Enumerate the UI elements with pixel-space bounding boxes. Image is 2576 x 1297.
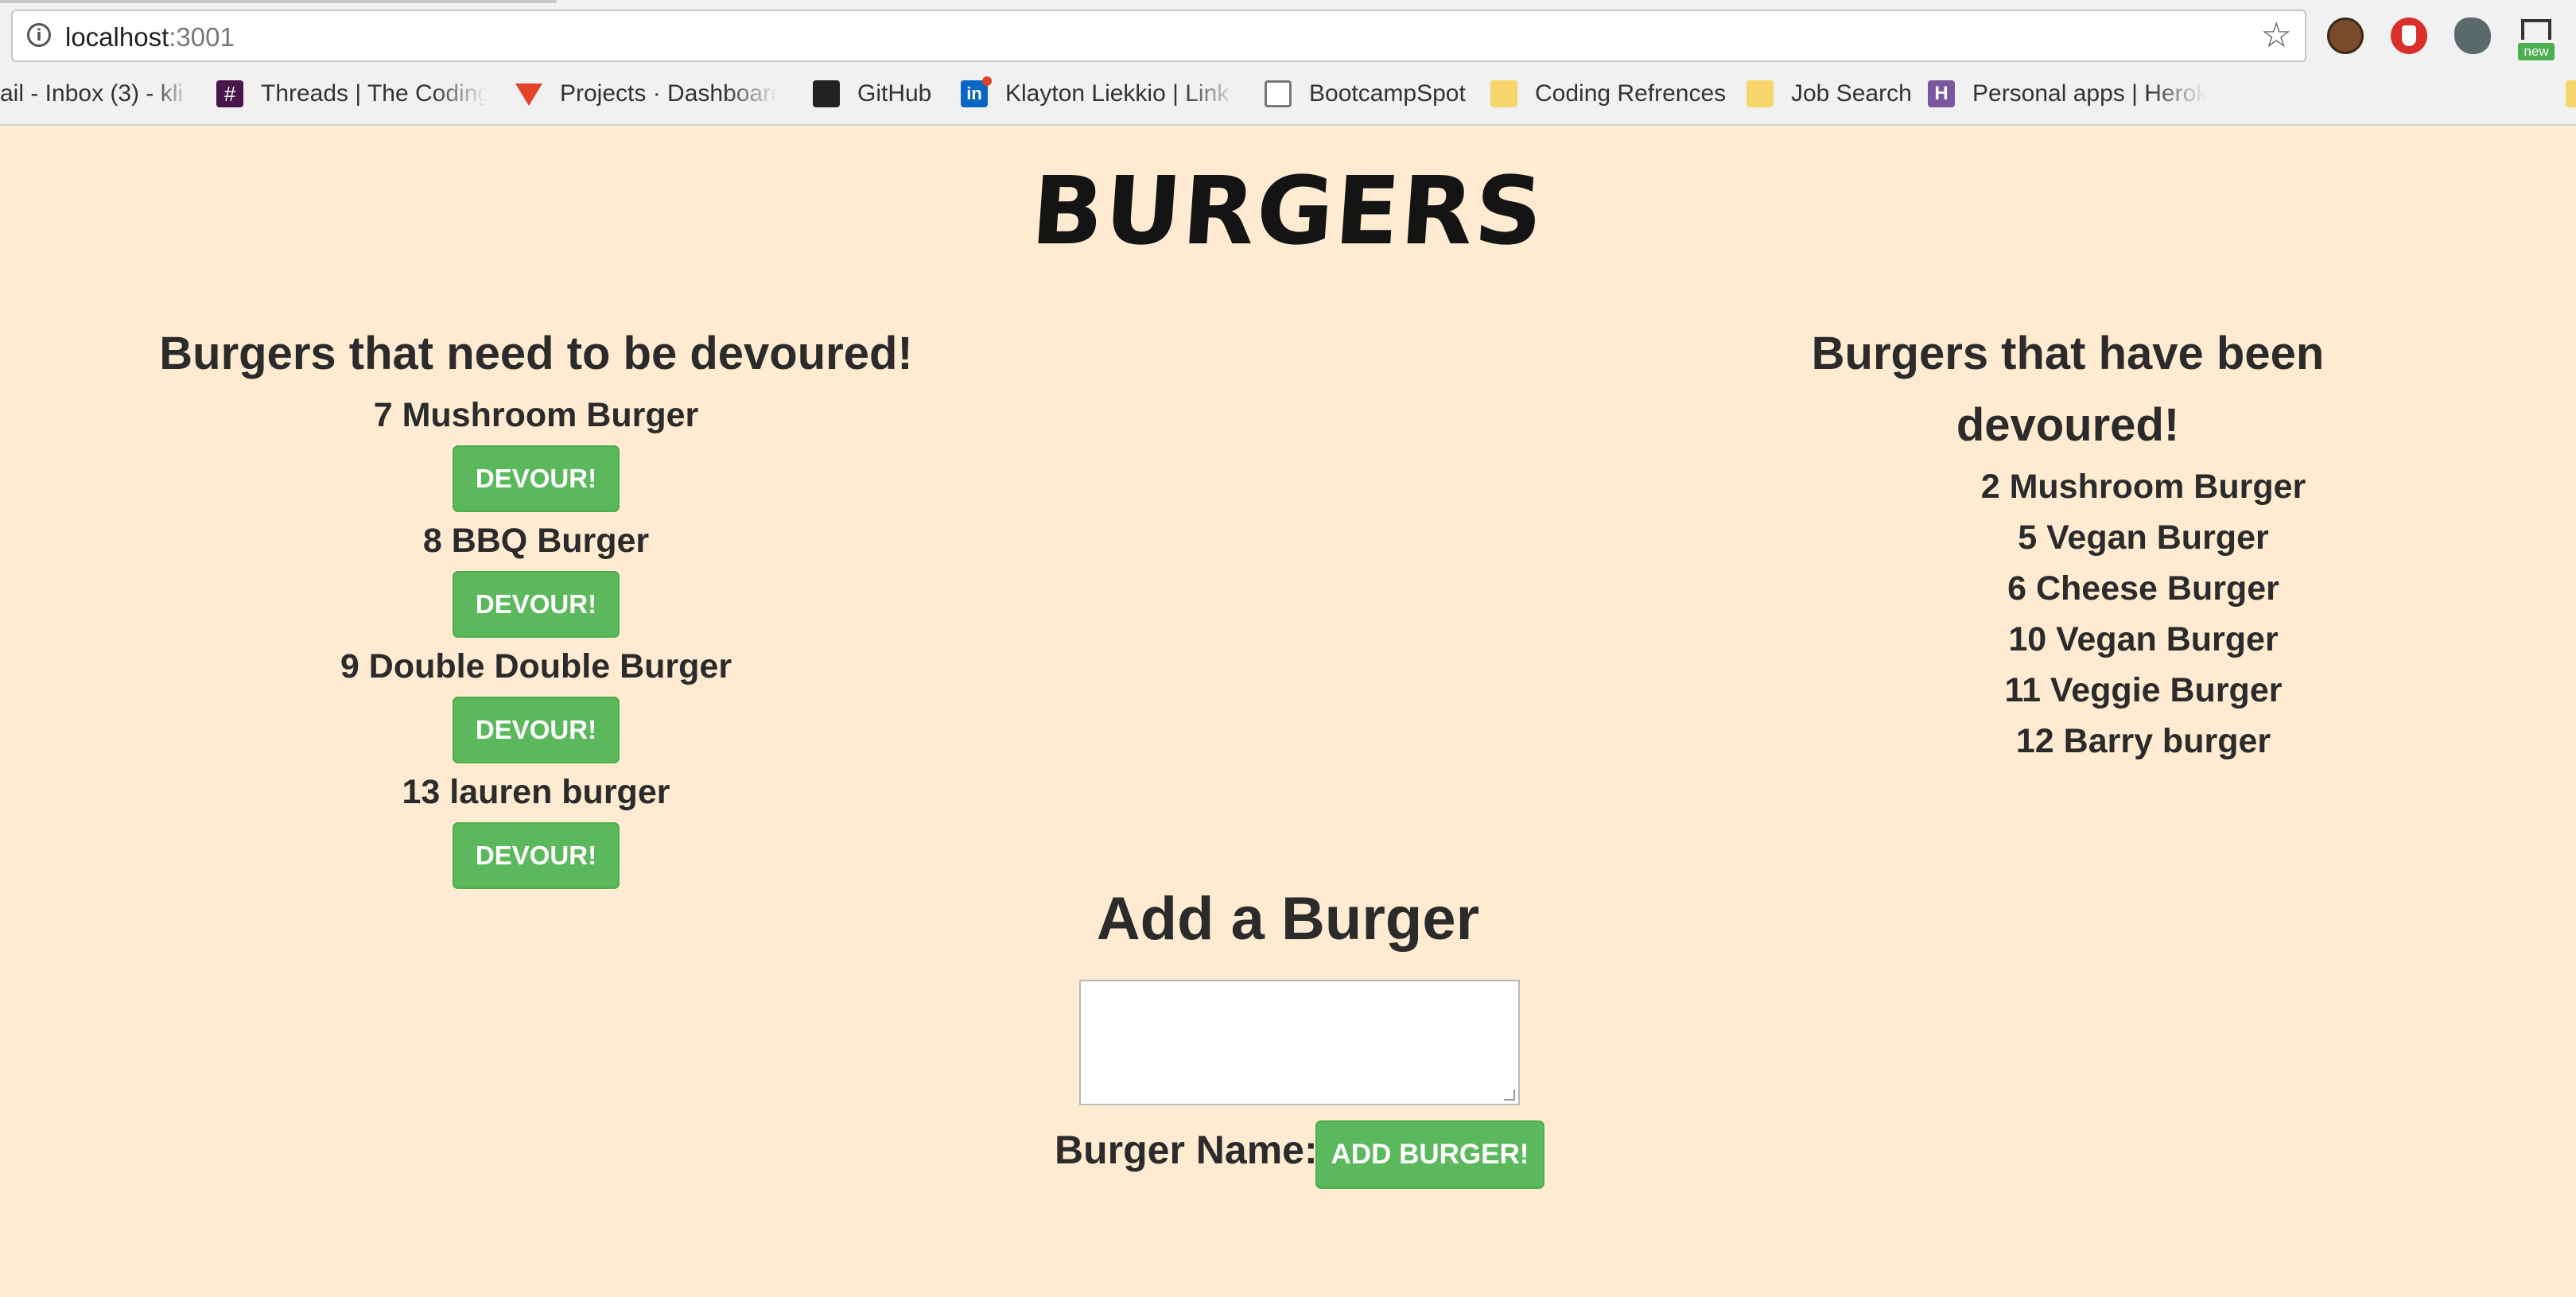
list-item: 8 BBQ Burger DEVOUR! — [159, 515, 913, 641]
burger-name: 13 lauren burger — [402, 773, 670, 811]
burger-name-label: Burger Name: — [1055, 1128, 1318, 1172]
list-item: 13 lauren burger DEVOUR! — [159, 767, 913, 892]
burger-name: 8 BBQ Burger — [422, 522, 650, 560]
devour-button[interactable]: DEVOUR! — [453, 571, 620, 638]
list-item: 6 Cheese Burger — [2007, 569, 2279, 608]
devour-button[interactable]: DEVOUR! — [453, 822, 620, 889]
url-text[interactable]: localhost:3001 — [65, 22, 235, 52]
bookmark-label: Personal apps | Herok — [1972, 80, 2206, 107]
bookmarks-bar: ail - Inbox (3) - kli # Threads | The Co… — [0, 70, 2576, 118]
bookmark-bootcampspot[interactable]: BootcampSpot — [1265, 76, 1466, 111]
list-item: 7 Mushroom Burger DEVOUR! — [159, 390, 913, 515]
devour-button[interactable]: DEVOUR! — [453, 445, 620, 512]
bookmark-label: ail - Inbox (3) - kli — [0, 80, 184, 107]
undevoured-list: 7 Mushroom Burger DEVOUR! 8 BBQ Burger D… — [159, 390, 913, 892]
page-icon — [1265, 80, 1292, 107]
evernote-extension-icon[interactable] — [2454, 17, 2491, 54]
bookmark-job-search[interactable]: Job Search — [1746, 76, 1912, 111]
devoured-heading: Burgers that have been devoured! — [1811, 328, 2325, 451]
undevoured-heading: Burgers that need to be devoured! — [159, 328, 913, 379]
folder-icon — [1490, 80, 1517, 107]
page-logo: BURGERS — [1028, 156, 1548, 266]
url-port: :3001 — [169, 22, 235, 52]
url-host: localhost — [65, 22, 169, 52]
info-icon[interactable]: i — [27, 23, 51, 47]
bookmark-label: BootcampSpot — [1309, 80, 1466, 107]
bookmark-github[interactable]: GitHub — [813, 76, 931, 111]
burger-name-textarea[interactable] — [1079, 980, 1520, 1105]
new-badge: new — [2518, 43, 2555, 60]
bookmark-projects[interactable]: Projects · Dashboard — [515, 76, 778, 111]
bookmark-label: GitHub — [857, 80, 932, 107]
bookmark-label: Coding Refrences — [1535, 80, 1727, 107]
linkedin-icon: in — [961, 76, 992, 107]
add-burger-heading: Add a Burger — [1096, 885, 1480, 953]
devour-button[interactable]: DEVOUR! — [453, 697, 620, 763]
address-bar[interactable]: i localhost:3001 ☆ — [11, 10, 2306, 62]
list-item: 5 Vegan Burger — [2018, 518, 2269, 557]
bookmark-threads[interactable]: # Threads | The Coding — [216, 76, 487, 111]
gitlab-icon — [515, 80, 542, 107]
bookmark-linkedin[interactable]: in Klayton Liekkio | Link — [961, 76, 1239, 111]
undevoured-column: Burgers that need to be devoured! 7 Mush… — [159, 318, 913, 892]
add-burger-button[interactable]: ADD BURGER! — [1315, 1120, 1544, 1189]
list-item: 9 Double Double Burger DEVOUR! — [159, 641, 913, 767]
list-item: 2 Mushroom Burger — [1980, 468, 2306, 506]
bookmark-label: Klayton Liekkio | Link — [1005, 80, 1230, 107]
heroku-icon: H — [1928, 80, 1955, 107]
adblock-extension-icon[interactable] — [2391, 17, 2427, 54]
slack-icon: # — [216, 80, 243, 107]
folder-icon — [2566, 80, 2576, 107]
bookmark-gmail[interactable]: ail - Inbox (3) - kli — [0, 76, 191, 111]
bookmark-label: Projects · Dashboard — [560, 80, 778, 107]
devoured-column: Burgers that have been devoured! 2 Mushr… — [1694, 318, 2442, 767]
github-icon — [813, 80, 840, 107]
devoured-list: 2 Mushroom Burger 5 Vegan Burger 6 Chees… — [1694, 461, 2442, 767]
burger-name: 7 Mushroom Burger — [373, 396, 699, 434]
bookmark-label: Threads | The Coding — [261, 80, 487, 107]
list-item: 12 Barry burger — [2015, 722, 2271, 760]
browser-chrome: i localhost:3001 ☆ new ail - Inbox (3) -… — [0, 0, 2576, 126]
bookmark-heroku[interactable]: H Personal apps | Herok — [1928, 76, 2206, 111]
bookmark-coding-refrences[interactable]: Coding Refrences — [1490, 76, 1726, 111]
profile-avatar-icon[interactable] — [2327, 17, 2364, 54]
tab-strip-edge — [0, 0, 557, 3]
bookmark-overflow-folder[interactable] — [2566, 76, 2576, 111]
folder-icon — [1746, 80, 1774, 107]
burger-name: 9 Double Double Burger — [340, 647, 732, 685]
bookmark-star-icon[interactable]: ☆ — [2261, 17, 2292, 54]
list-item: 11 Veggie Burger — [2004, 671, 2283, 709]
new-extension-icon[interactable]: new — [2518, 16, 2555, 60]
bookmark-label: Job Search — [1791, 80, 1912, 107]
list-item: 10 Vegan Burger — [2008, 620, 2279, 658]
